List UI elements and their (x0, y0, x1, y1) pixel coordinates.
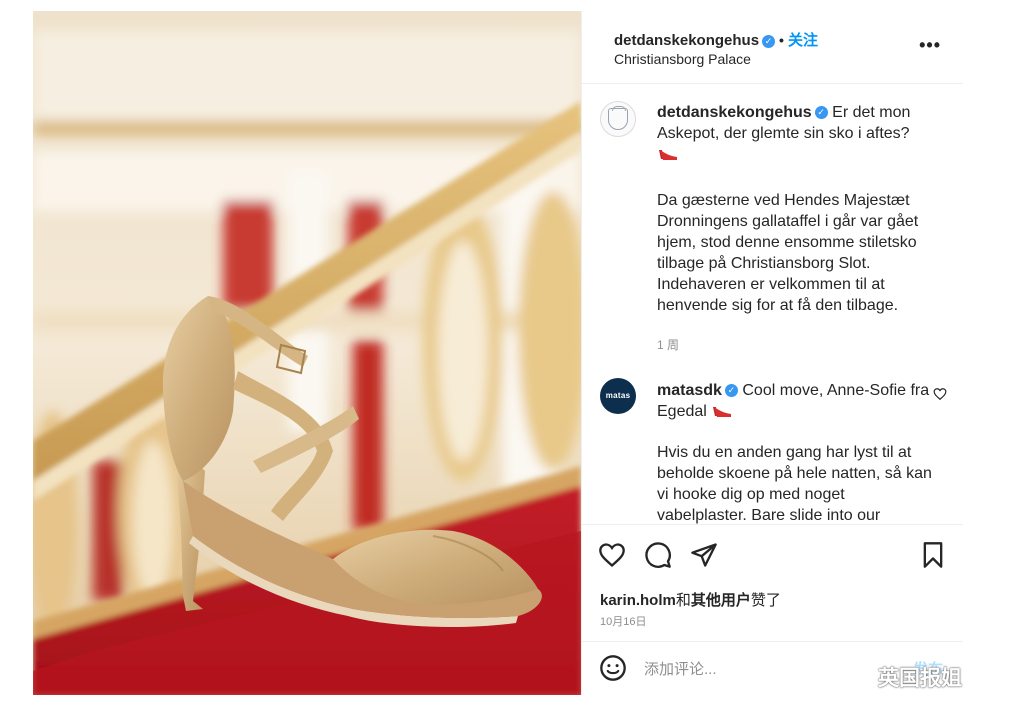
commenter-username[interactable]: matasdk (657, 382, 722, 399)
likes-and: 和 (675, 592, 691, 609)
high-heel-shoe-emoji-icon (659, 149, 677, 160)
caption-username[interactable]: detdanskekongehus (657, 104, 812, 121)
more-options-icon[interactable]: ••• (919, 35, 941, 56)
post-date[interactable]: 10月16日 (600, 613, 646, 629)
instagram-post: detdanskekongehus ✓ • 关注 Christiansborg Pal… (33, 11, 963, 695)
verified-badge-icon: ✓ (762, 34, 776, 48)
post-location[interactable]: Christiansborg Palace (614, 51, 751, 67)
share-paper-plane-icon[interactable] (690, 541, 718, 569)
comment-bubble-icon[interactable] (644, 541, 672, 569)
post-header: detdanskekongehus ✓ • 关注 Christiansborg Pal… (582, 11, 963, 84)
likes-suffix: 赞了 (750, 592, 781, 609)
add-comment-input[interactable]: 添加评论... (644, 658, 717, 679)
comments-section[interactable]: detdanskekongehus ✓ Er det mon Askepot, d… (582, 84, 963, 524)
likes-summary: karin.holm和其他用户赞了 (600, 589, 781, 610)
shoe-photo-illustration (33, 11, 581, 695)
verified-badge-icon: ✓ (814, 106, 828, 120)
caption-first-line: detdanskekongehus ✓ Er det mon Askepot, d… (657, 102, 937, 165)
watermark-text: 英国报姐 (878, 667, 962, 690)
high-heel-shoe-emoji-icon (713, 406, 732, 417)
author-avatar[interactable] (600, 101, 636, 137)
comment-first-line: matasdk ✓ Cool move, Anne-Sofie fra Egeda… (657, 380, 937, 422)
post-side-panel: detdanskekongehus ✓ • 关注 Christiansborg Pal… (581, 11, 963, 695)
comment-body: Hvis du en anden gang har lyst til at be… (657, 444, 932, 524)
commenter-avatar[interactable]: matas (600, 378, 636, 414)
follow-button[interactable]: 关注 (788, 32, 818, 49)
emoji-smiley-icon[interactable] (599, 654, 627, 682)
post-photo[interactable] (33, 11, 581, 695)
wechat-logo-icon (841, 665, 872, 689)
post-actions: karin.holm和其他用户赞了 10月16日 (582, 524, 963, 635)
royal-crest-icon (608, 108, 628, 130)
post-author: detdanskekongehus ✓ • 关注 (614, 29, 818, 50)
verified-badge-icon: ✓ (724, 384, 738, 398)
liker-username[interactable]: karin.holm (600, 592, 676, 609)
other-likers-link[interactable]: 其他用户 (691, 592, 751, 609)
save-bookmark-icon[interactable] (919, 541, 947, 569)
like-comment-heart-icon[interactable] (933, 387, 947, 401)
author-username[interactable]: detdanskekongehus (614, 32, 759, 49)
separator-dot: • (779, 32, 784, 48)
caption-body: Da gæsterne ved Hendes Majestæt Dronning… (657, 192, 919, 314)
watermark: 英国报姐 (840, 662, 962, 692)
caption-timestamp[interactable]: 1 周 (657, 336, 679, 353)
like-heart-icon[interactable] (598, 541, 626, 569)
